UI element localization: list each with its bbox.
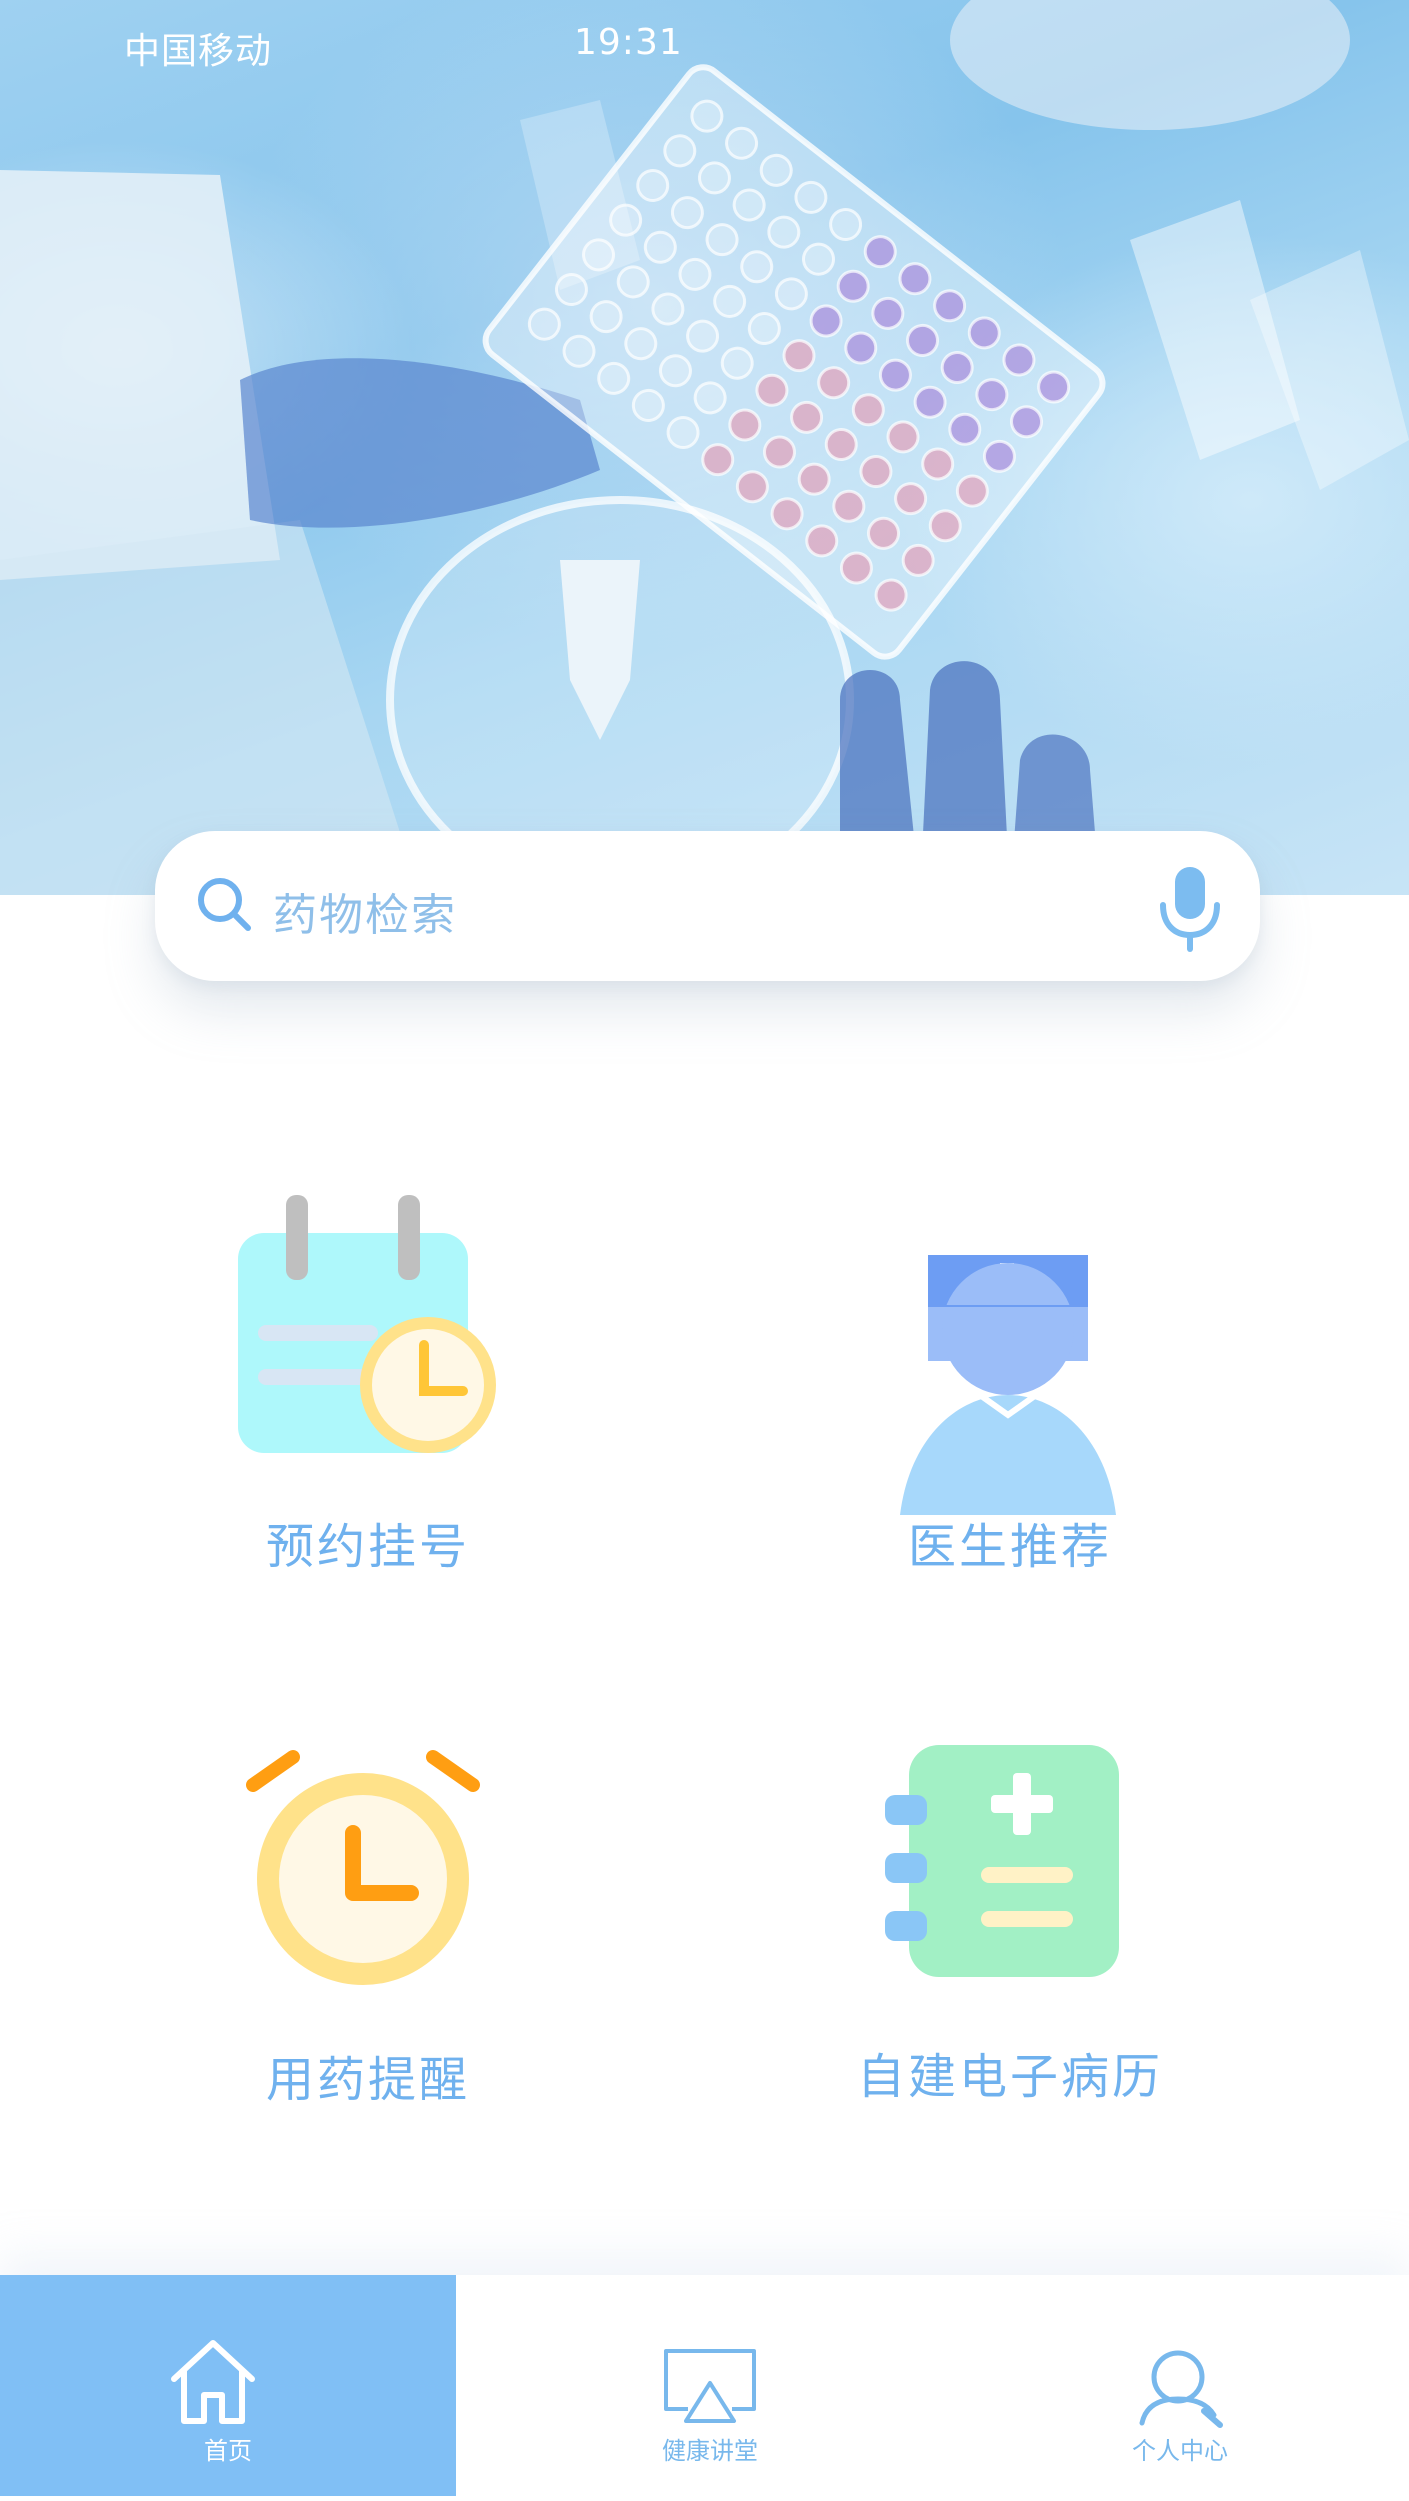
feature-appointment[interactable]: 预约挂号 [88,1185,648,1585]
feature-medication[interactable]: 用药提醒 [88,1745,648,2145]
tab-profile-label: 个人中心 [1132,2437,1228,2465]
feature-doctor[interactable]: 医生推荐 [730,1185,1290,1585]
search-input[interactable]: 药物检索 [273,879,457,943]
home-icon [171,2340,255,2424]
screen-cast-icon [664,2349,756,2423]
search-icon [198,878,251,931]
feature-medical-record-label: 自建电子病历 [856,2049,1163,2105]
tab-health-lecture[interactable]: 健康讲堂 [560,2275,860,2496]
doctor-icon [900,1255,1116,1515]
feature-medical-record[interactable]: 自建电子病历 [730,1745,1290,2145]
tab-health-lecture-label: 健康讲堂 [662,2437,758,2465]
alarm-clock-icon [246,1750,480,1985]
hero-banner: 中国移动 19:31 [0,0,1409,895]
user-icon [1139,2350,1223,2428]
feature-appointment-label: 预约挂号 [265,1519,470,1575]
calendar-clock-icon [238,1195,496,1453]
lab-photo-illustration [0,0,1409,895]
tab-home[interactable]: 首页 [0,2275,456,2496]
microphone-icon[interactable] [1155,863,1225,953]
feature-medication-label: 用药提醒 [265,2052,470,2108]
status-time: 19:31 [574,22,683,63]
carrier-name: 中国移动 [124,31,273,72]
search-bar[interactable]: 药物检索 [155,831,1260,981]
bottom-tab-bar: 首页 健康讲堂 个人中心 [0,2275,1409,2501]
tab-home-label: 首页 [204,2437,252,2465]
feature-doctor-label: 医生推荐 [907,1519,1112,1575]
medical-record-icon [885,1745,1119,1977]
tab-profile[interactable]: 个人中心 [1030,2275,1330,2496]
